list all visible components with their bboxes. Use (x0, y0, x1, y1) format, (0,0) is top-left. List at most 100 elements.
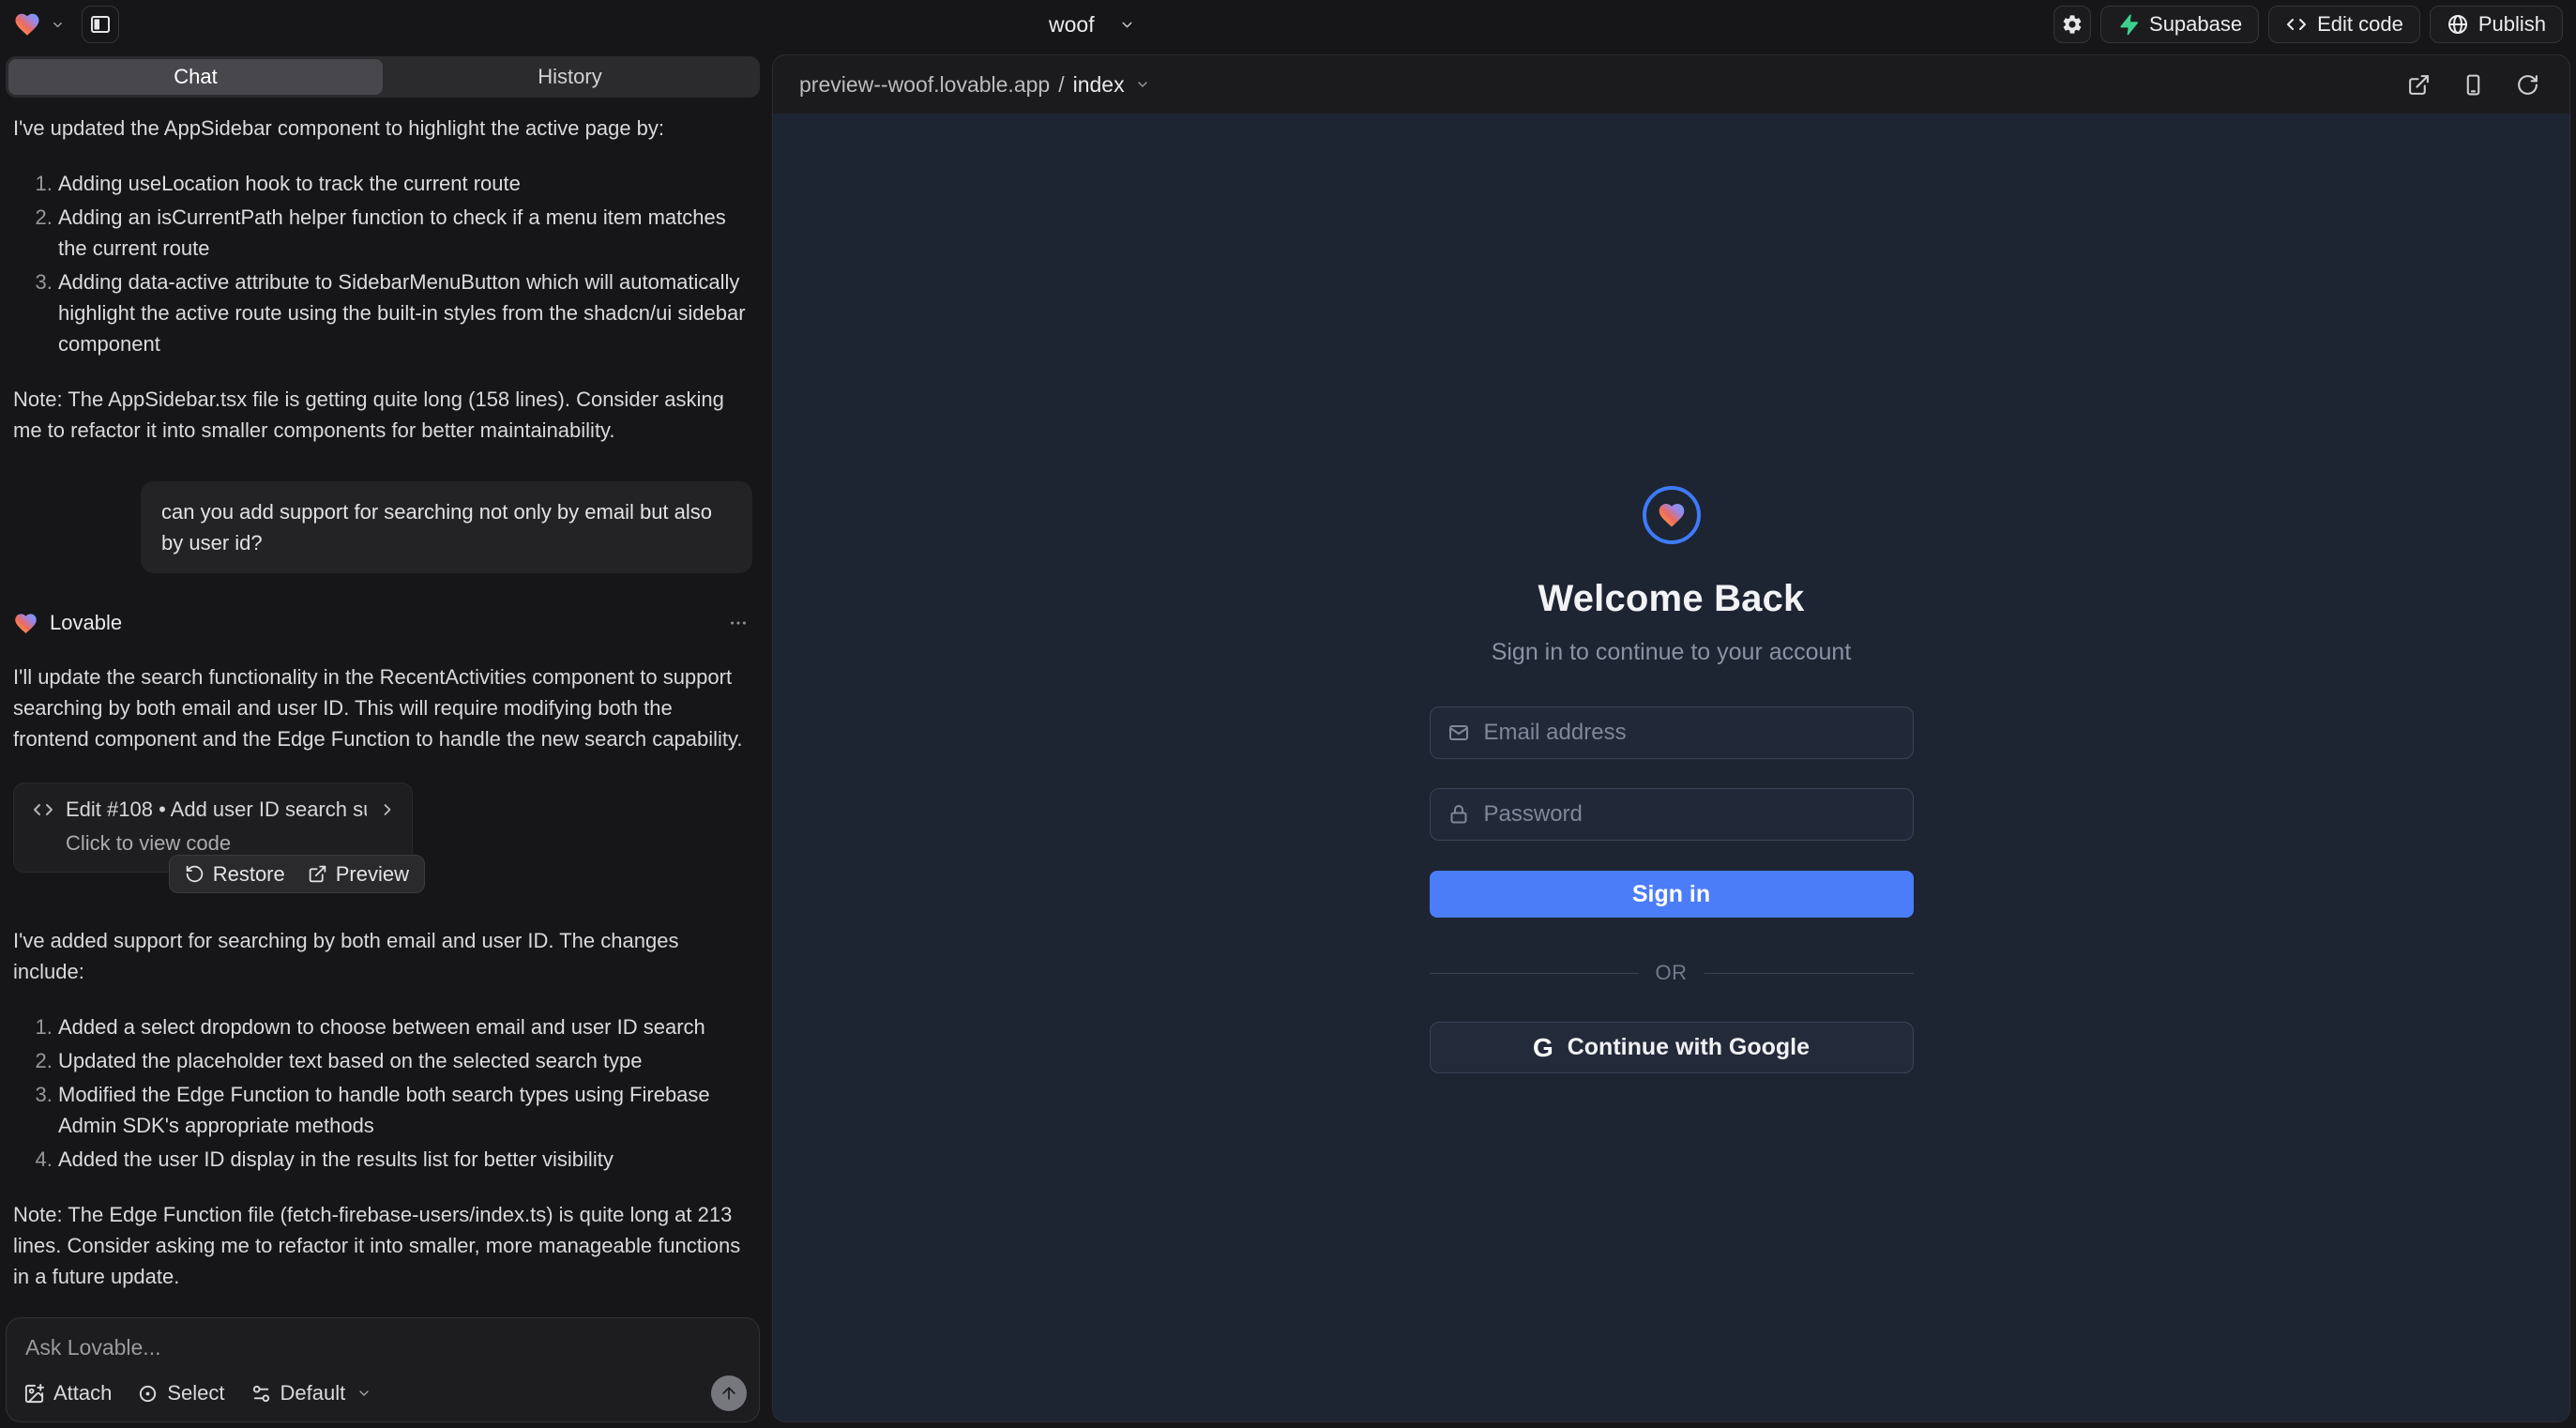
send-button[interactable] (711, 1375, 747, 1411)
lovable-avatar-icon (13, 611, 38, 636)
supabase-icon (2117, 13, 2140, 36)
chat-panel: Chat History I've updated the AppSidebar… (0, 49, 765, 1428)
lovable-workspace: woof Supabase Edit code Publish (0, 0, 2576, 1428)
project-title: woof (1049, 12, 1095, 38)
edit-card-title: Edit #108 • Add user ID search supp... (66, 798, 367, 822)
restore-button[interactable]: Restore (185, 862, 285, 887)
restore-label: Restore (213, 862, 285, 887)
list-item: Added the user ID display in the results… (58, 1144, 752, 1175)
list-item: Added a select dropdown to choose betwee… (58, 1011, 752, 1042)
preview-button[interactable]: Preview (308, 862, 409, 887)
toggle-sidebar-button[interactable] (82, 6, 119, 43)
topbar-right: Supabase Edit code Publish (2053, 6, 2563, 43)
refresh-icon (2516, 73, 2539, 97)
app-heart-icon (1657, 500, 1687, 530)
ellipsis-icon (728, 613, 749, 633)
lovable-logo-menu[interactable] (13, 10, 65, 38)
assistant-changes-intro: I've added support for searching by both… (13, 925, 752, 987)
mail-icon (1447, 722, 1470, 744)
email-placeholder: Email address (1484, 720, 1627, 746)
sliders-icon (250, 1383, 272, 1405)
preview-panel: preview--woof.lovable.app / index (772, 54, 2570, 1422)
chat-mode-button[interactable]: Default (250, 1381, 372, 1405)
list-item: Adding data-active attribute to SidebarM… (58, 266, 752, 359)
assistant-message-intro: I'll update the search functionality in … (13, 661, 752, 754)
gear-icon (2061, 13, 2084, 36)
image-plus-icon (23, 1383, 45, 1405)
assistant-message-list: Added a select dropdown to choose betwee… (13, 1011, 752, 1175)
app-logo (1643, 486, 1701, 544)
list-item: Updated the placeholder text based on th… (58, 1045, 752, 1076)
globe-icon (2447, 13, 2469, 36)
password-field[interactable]: Password (1430, 788, 1914, 841)
code-icon (32, 798, 54, 821)
or-divider: OR (1430, 961, 1914, 985)
attach-button[interactable]: Attach (23, 1381, 112, 1405)
chevron-down-icon (1135, 77, 1150, 92)
assistant-message-note: Note: The AppSidebar.tsx file is getting… (13, 384, 752, 446)
chevron-down-icon (51, 18, 65, 32)
target-icon (137, 1383, 159, 1405)
preview-header: preview--woof.lovable.app / index (773, 55, 2569, 114)
google-sign-in-button[interactable]: G Continue with Google (1430, 1022, 1914, 1073)
page-subtitle: Sign in to continue to your account (1492, 639, 1852, 666)
preview-page: index (1073, 72, 1125, 98)
list-item: Adding an isCurrentPath helper function … (58, 202, 752, 264)
chat-history-tabs: Chat History (6, 56, 760, 98)
password-placeholder: Password (1484, 801, 1583, 828)
assistant-message-intro: I've updated the AppSidebar component to… (13, 113, 752, 144)
composer-footer: Attach Select Default (23, 1375, 747, 1411)
refresh-button[interactable] (2512, 69, 2543, 100)
arrow-up-icon (720, 1384, 738, 1403)
settings-button[interactable] (2053, 6, 2091, 43)
assistant-message-note: Note: The Edge Function file (fetch-fire… (13, 1199, 752, 1292)
edit-card-actions: Restore Preview (169, 855, 425, 893)
list-item: Adding useLocation hook to track the cur… (58, 168, 752, 199)
page-title: Welcome Back (1538, 578, 1804, 620)
attach-label: Attach (53, 1381, 112, 1405)
sign-in-button[interactable]: Sign in (1430, 871, 1914, 918)
panel-left-icon (89, 13, 112, 36)
divider-label: OR (1656, 961, 1688, 985)
select-button[interactable]: Select (137, 1381, 224, 1405)
preview-label: Preview (336, 862, 409, 887)
message-menu-button[interactable] (724, 609, 752, 637)
external-link-icon (308, 864, 327, 884)
preview-domain: preview--woof.lovable.app (799, 72, 1050, 98)
preview-url[interactable]: preview--woof.lovable.app / index (799, 72, 1150, 98)
composer[interactable]: Ask Lovable... Attach Select Default (6, 1317, 760, 1422)
supabase-button[interactable]: Supabase (2100, 6, 2259, 43)
supabase-label: Supabase (2149, 12, 2242, 37)
edit-code-label: Edit code (2317, 12, 2403, 37)
publish-label: Publish (2478, 12, 2546, 37)
code-icon (2285, 13, 2308, 36)
publish-button[interactable]: Publish (2430, 6, 2563, 43)
edit-card-row: Edit #108 • Add user ID search supp... (32, 798, 397, 822)
chat-mode-label: Default (280, 1381, 346, 1405)
list-item: Modified the Edge Function to handle bot… (58, 1079, 752, 1141)
preview-separator: / (1058, 72, 1064, 98)
chevron-down-icon (356, 1386, 371, 1401)
open-in-new-tab-button[interactable] (2403, 69, 2434, 100)
edit-card-wrap: Edit #108 • Add user ID search supp... C… (13, 782, 413, 873)
external-link-icon (2407, 73, 2431, 97)
topbar: woof Supabase Edit code Publish (0, 0, 2576, 49)
chat-messages: I've updated the AppSidebar component to… (0, 98, 765, 1312)
tab-history[interactable]: History (383, 59, 757, 95)
topbar-left (13, 6, 119, 43)
email-field[interactable]: Email address (1430, 706, 1914, 759)
tab-chat[interactable]: Chat (8, 59, 383, 95)
divider-line (1705, 973, 1914, 974)
edit-code-button[interactable]: Edit code (2268, 6, 2420, 43)
preview-header-actions (2403, 69, 2543, 100)
select-label: Select (167, 1381, 224, 1405)
mobile-view-button[interactable] (2458, 69, 2489, 100)
composer-placeholder: Ask Lovable... (25, 1335, 740, 1360)
edit-card-subtitle: Click to view code (66, 831, 397, 856)
smartphone-icon (2462, 73, 2485, 97)
lovable-heart-icon (13, 10, 41, 38)
project-switcher[interactable]: woof (1049, 0, 1135, 49)
assistant-name: Lovable (50, 611, 122, 635)
assistant-message-list: Adding useLocation hook to track the cur… (13, 168, 752, 359)
chevron-right-icon (378, 800, 397, 819)
